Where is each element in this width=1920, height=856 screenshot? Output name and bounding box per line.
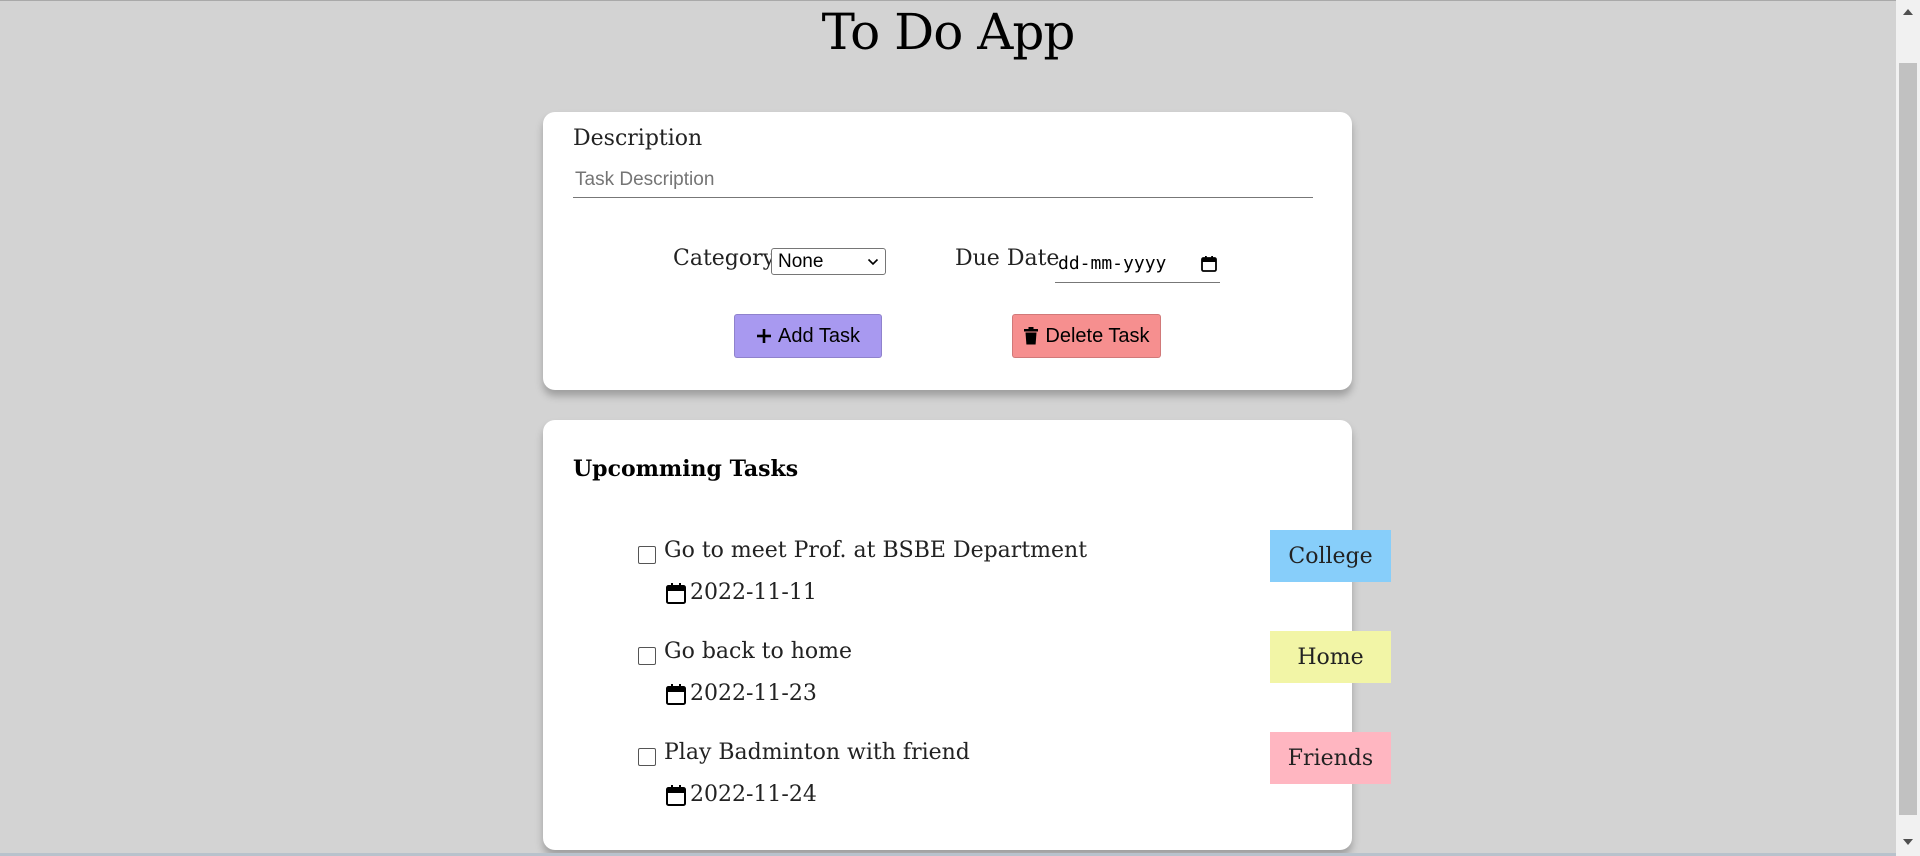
task-category-badge: Friends bbox=[1270, 732, 1391, 784]
task-due-date: 2022-11-23 bbox=[666, 681, 817, 706]
trash-icon bbox=[1024, 327, 1039, 345]
category-label: Category bbox=[673, 246, 776, 271]
calendar-icon bbox=[666, 582, 686, 604]
task-description: Go to meet Prof. at BSBE Department bbox=[664, 538, 1088, 563]
page-title: To Do App bbox=[821, 3, 1076, 61]
task-form-card: Description Category None Due Date dd-mm… bbox=[543, 112, 1352, 390]
vertical-scrollbar[interactable] bbox=[1896, 0, 1920, 856]
scrollbar-thumb[interactable] bbox=[1899, 63, 1917, 815]
task-date-text: 2022-11-24 bbox=[690, 782, 817, 807]
calendar-icon bbox=[666, 683, 686, 705]
task-category-badge: Home bbox=[1270, 631, 1391, 683]
upcoming-tasks-card: Upcomming Tasks Go to meet Prof. at BSBE… bbox=[543, 420, 1391, 850]
task-checkbox[interactable] bbox=[638, 647, 656, 665]
task-item: Play Badminton with friend 2022-11-24 Fr… bbox=[638, 732, 1391, 822]
add-task-label: Add Task bbox=[778, 324, 860, 347]
task-due-date: 2022-11-11 bbox=[666, 580, 817, 605]
task-category-badge: College bbox=[1270, 530, 1391, 582]
plus-icon bbox=[757, 329, 772, 343]
task-due-date: 2022-11-24 bbox=[666, 782, 817, 807]
upcoming-tasks-title: Upcomming Tasks bbox=[573, 456, 799, 482]
task-date-text: 2022-11-11 bbox=[690, 580, 817, 605]
due-date-label: Due Date bbox=[955, 246, 1060, 271]
task-item: Go to meet Prof. at BSBE Department 2022… bbox=[638, 530, 1391, 620]
due-date-placeholder: dd-mm-yyyy bbox=[1058, 253, 1167, 274]
due-date-input[interactable]: dd-mm-yyyy bbox=[1055, 245, 1220, 283]
delete-task-button[interactable]: Delete Task bbox=[1012, 314, 1161, 358]
category-select[interactable]: None bbox=[771, 248, 886, 275]
task-description: Play Badminton with friend bbox=[664, 740, 970, 765]
task-date-text: 2022-11-23 bbox=[690, 681, 817, 706]
task-checkbox[interactable] bbox=[638, 546, 656, 564]
window-top-border bbox=[0, 0, 1896, 1]
task-checkbox[interactable] bbox=[638, 748, 656, 766]
description-input[interactable] bbox=[573, 162, 1313, 198]
task-item: Go back to home 2022-11-23 Home bbox=[638, 631, 1391, 721]
description-label: Description bbox=[573, 126, 703, 151]
scroll-up-arrow-icon[interactable] bbox=[1896, 2, 1920, 22]
calendar-icon[interactable] bbox=[1200, 255, 1218, 273]
task-description: Go back to home bbox=[664, 639, 853, 664]
category-selected-value: None bbox=[778, 250, 824, 272]
chevron-down-icon bbox=[867, 258, 879, 265]
scroll-down-arrow-icon[interactable] bbox=[1896, 832, 1920, 852]
add-task-button[interactable]: Add Task bbox=[734, 314, 882, 358]
calendar-icon bbox=[666, 784, 686, 806]
delete-task-label: Delete Task bbox=[1045, 324, 1150, 347]
